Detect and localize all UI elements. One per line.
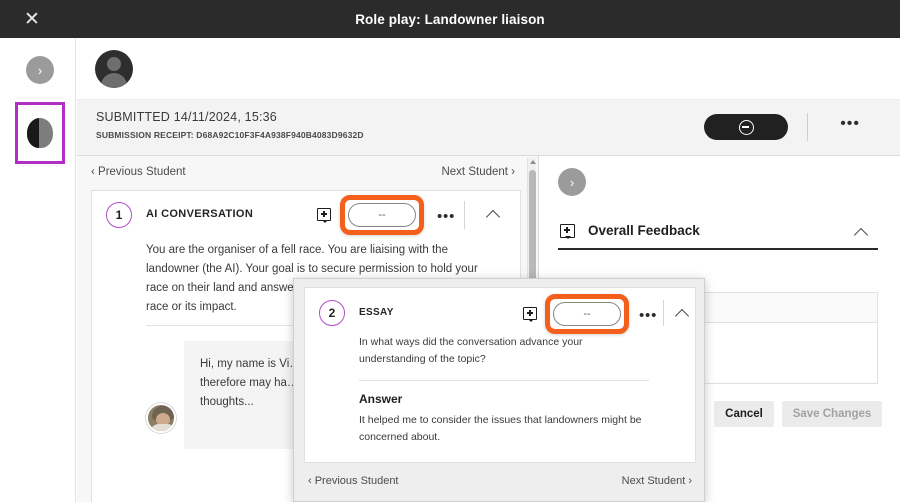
cancel-button[interactable]: Cancel <box>714 401 774 427</box>
divider <box>663 300 664 326</box>
next-student-link[interactable]: Next Student › <box>441 166 515 178</box>
next-student-link[interactable]: Next Student › <box>622 475 692 487</box>
chevron-up-icon[interactable] <box>488 208 500 220</box>
student-thumbnail[interactable] <box>15 102 65 164</box>
rubric-add-icon[interactable] <box>523 307 537 320</box>
question-number-badge: 1 <box>106 202 132 228</box>
overall-feedback-title: Overall Feedback <box>588 223 700 238</box>
divider <box>464 201 465 229</box>
submission-receipt: SUBMISSION RECEIPT: D68A92C10F3F4A938F94… <box>96 130 364 140</box>
question-card-2: 2 ESSAY -- ••• In what ways did the conv… <box>304 287 696 463</box>
avatar-body-icon <box>101 73 127 88</box>
question-1-overflow-menu[interactable]: ••• <box>437 212 455 222</box>
expand-feedback-button[interactable]: › <box>558 168 586 196</box>
expand-rail-button[interactable]: › <box>26 56 54 84</box>
avatar-head-icon <box>107 57 121 71</box>
rubric-add-icon[interactable] <box>560 224 575 238</box>
window-titlebar: ✕ Role play: Landowner liaison <box>0 0 900 38</box>
question-1-grade-pill[interactable]: -- <box>348 203 416 227</box>
question-2-overflow-menu[interactable]: ••• <box>639 311 657 321</box>
answer-text: It helped me to consider the issues that… <box>359 412 659 446</box>
left-rail: › <box>0 38 76 502</box>
submission-overflow-menu[interactable]: ••• <box>840 118 860 130</box>
divider <box>359 380 649 381</box>
answer-label: Answer <box>359 392 402 406</box>
question-2-prompt: In what ways did the conversation advanc… <box>359 334 619 368</box>
scroll-up-arrow-icon[interactable] <box>530 160 536 164</box>
avatar[interactable] <box>95 50 133 88</box>
circle-minus-icon <box>739 120 754 135</box>
question-1-title: AI CONVERSATION <box>146 208 253 220</box>
previous-student-link[interactable]: ‹ Previous Student <box>308 475 399 487</box>
previous-student-link[interactable]: ‹ Previous Student <box>91 166 186 178</box>
chevron-up-icon[interactable] <box>856 226 868 238</box>
save-changes-button: Save Changes <box>782 401 882 427</box>
question-2-title: ESSAY <box>359 307 394 318</box>
student-avatar-bar <box>77 38 900 100</box>
divider <box>807 113 808 141</box>
chat-avatar <box>146 403 176 433</box>
overlay-student-navigation: ‹ Previous Student Next Student › <box>294 471 706 497</box>
question-2-grade-pill[interactable]: -- <box>553 302 621 326</box>
essay-overlay-panel: 2 ESSAY -- ••• In what ways did the conv… <box>293 278 705 502</box>
overall-grade-pill[interactable] <box>704 114 788 140</box>
student-navigation: ‹ Previous Student Next Student › <box>77 156 539 192</box>
question-1-header: 1 AI CONVERSATION -- ••• <box>92 191 522 239</box>
submission-header: SUBMITTED 14/11/2024, 15:36 SUBMISSION R… <box>77 100 900 156</box>
person-silhouette-icon <box>27 118 53 148</box>
submission-status: SUBMITTED 14/11/2024, 15:36 <box>96 110 277 124</box>
rubric-add-icon[interactable] <box>317 208 331 221</box>
role-play-grading-window: ✕ Role play: Landowner liaison › SUBMITT… <box>0 0 900 502</box>
scrollbar-thumb[interactable] <box>529 170 536 288</box>
question-number-badge: 2 <box>319 300 345 326</box>
divider <box>558 248 878 250</box>
window-title: Role play: Landowner liaison <box>0 0 900 38</box>
chevron-up-icon[interactable] <box>677 307 689 319</box>
